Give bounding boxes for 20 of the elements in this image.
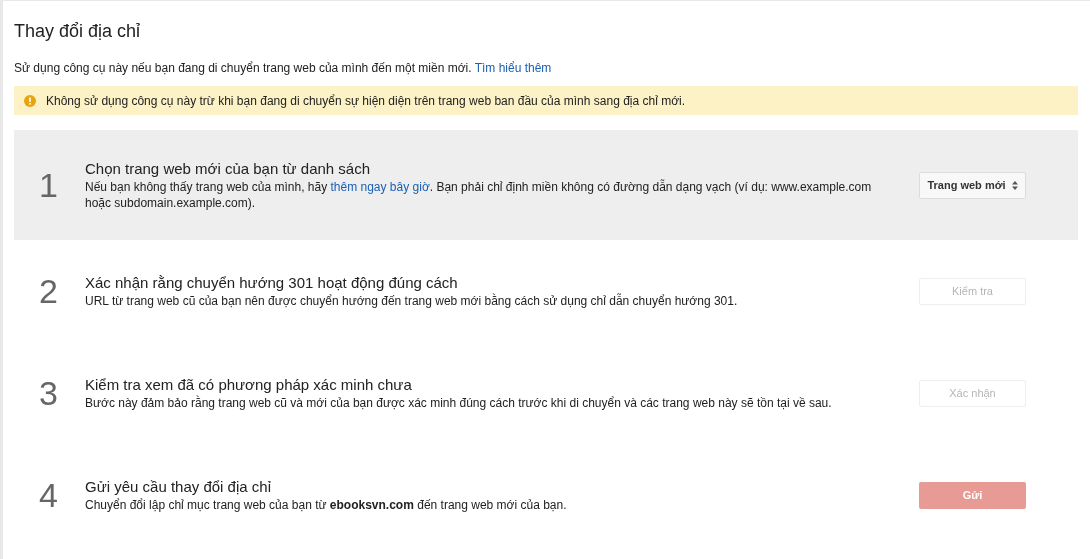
step-number: 2 [39,274,59,308]
warning-text: Không sử dụng công cụ này trừ khi bạn đang di chuyển sự hiện diện trên trang web ban đầu của mình sang địa chỉ mới. [46,92,686,110]
updown-caret-icon [1011,180,1018,190]
step-description: Nếu bạn không thấy trang web của mình, hãy thêm ngay bây giờ. Bạn phải chỉ định miền không có đường dẫn dạng vạch (ví dụ: www.example.com hoặc subdomain.example.com). [85,179,873,211]
step-title: Xác nhận rằng chuyển hướng 301 hoạt động đúng cách [85,273,458,293]
step-description: URL từ trang web cũ của bạn nên được chuyển hướng đến trang web mới bằng cách sử dụng chỉ dẫn chuyển hướng 301. [85,293,739,309]
step-description: Chuyển đổi lập chỉ mục trang web của bạn từ ebooksvn.com đến trang web mới của bạn. [85,497,568,513]
step-number: 4 [39,478,59,512]
intro-text: Sử dụng công cụ này nếu bạn đang di chuyển trang web của mình đến một miền mới. [14,61,473,75]
page-title: Thay đổi địa chỉ [14,20,141,43]
warning-icon [24,94,36,107]
step-number: 1 [39,168,59,202]
step-description: Bước này đảm bảo rằng trang web cũ và mới của bạn được xác minh đúng cách trước khi di chuyển và các trang web này sẽ tồn tại về sau. [85,395,833,411]
learn-more-link[interactable]: Tìm hiểu thêm [474,61,552,75]
step-title: Gửi yêu cầu thay đổi địa chỉ [85,477,271,497]
site-select[interactable]: Trang web mới [919,171,1026,199]
step-title: Chọn trang web mới của bạn từ danh sách [85,159,371,179]
step-title: Kiểm tra xem đã có phương pháp xác minh chưa [85,375,412,395]
add-now-link[interactable]: thêm ngay bây giờ [330,180,430,194]
step-number: 3 [39,376,59,410]
